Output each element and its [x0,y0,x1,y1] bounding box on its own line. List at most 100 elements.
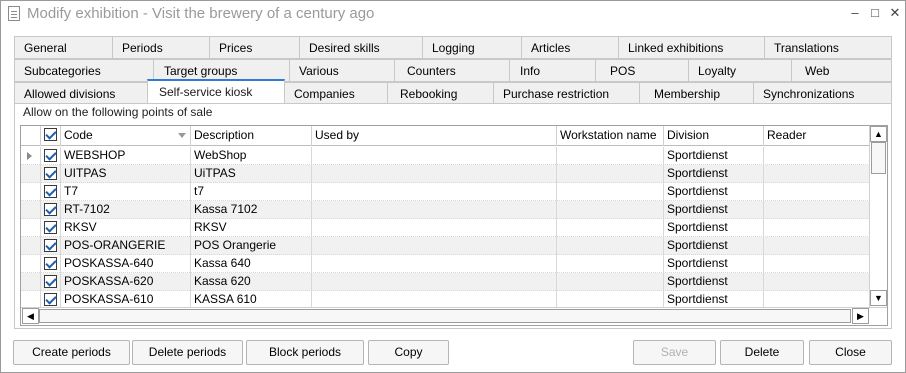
cell-workstation-name[interactable] [557,165,664,183]
allowed-checkbox[interactable] [44,293,57,306]
table-row[interactable]: T7 t7 Sportdienst [21,183,870,201]
cell-code[interactable]: POSKASSA-620 [61,273,191,291]
cell-reader[interactable] [764,237,870,255]
cell-used-by[interactable] [312,183,557,201]
cell-used-by[interactable] [312,201,557,219]
copy-button[interactable]: Copy [368,340,449,365]
allowed-checkbox[interactable] [44,167,57,180]
cell-workstation-name[interactable] [557,147,664,165]
cell-description[interactable]: Kassa 7102 [191,201,312,219]
vertical-scroll-thumb[interactable] [871,142,886,174]
tab-membership[interactable]: Membership [639,82,754,105]
cell-used-by[interactable] [312,255,557,273]
row-indicator[interactable] [21,183,41,201]
cell-reader[interactable] [764,201,870,219]
cell-code[interactable]: WEBSHOP [61,147,191,165]
tab-logging[interactable]: Logging [422,36,522,59]
tab-counters[interactable]: Counters [394,59,510,82]
cell-division[interactable]: Sportdienst [664,255,764,273]
tab-purchase-restriction[interactable]: Purchase restriction [493,82,640,105]
allowed-checkbox[interactable] [44,239,57,252]
cell-reader[interactable] [764,147,870,165]
column-header-workstation-name[interactable]: Workstation name [557,126,664,146]
tab-self-service-kiosk[interactable]: Self-service kiosk [147,79,285,105]
table-row[interactable]: POSKASSA-640 Kassa 640 Sportdienst [21,255,870,273]
cell-description[interactable]: WebShop [191,147,312,165]
allowed-checkbox[interactable] [44,149,57,162]
cell-allowed[interactable] [41,255,61,273]
tab-pos[interactable]: POS [595,59,689,82]
tab-general[interactable]: General [14,36,113,59]
cell-used-by[interactable] [312,273,557,291]
cell-workstation-name[interactable] [557,255,664,273]
cell-allowed[interactable] [41,183,61,201]
tab-articles[interactable]: Articles [521,36,619,59]
cell-allowed[interactable] [41,165,61,183]
delete-periods-button[interactable]: Delete periods [132,340,243,365]
cell-used-by[interactable] [312,147,557,165]
cell-allowed[interactable] [41,219,61,237]
tab-loyalty[interactable]: Loyalty [688,59,792,82]
tab-translations[interactable]: Translations [764,36,892,59]
scroll-down-button[interactable]: ▼ [870,290,887,306]
cell-division[interactable]: Sportdienst [664,183,764,201]
row-indicator[interactable] [21,201,41,219]
scroll-left-button[interactable]: ◀ [22,308,39,324]
tab-info[interactable]: Info [509,59,596,82]
allowed-checkbox[interactable] [44,203,57,216]
column-header-description[interactable]: Description [191,126,312,146]
save-button[interactable]: Save [633,340,716,365]
tab-synchronizations[interactable]: Synchronizations [753,82,892,105]
cell-reader[interactable] [764,165,870,183]
cell-division[interactable]: Sportdienst [664,147,764,165]
cell-workstation-name[interactable] [557,219,664,237]
cell-workstation-name[interactable] [557,237,664,255]
cell-code[interactable]: RT-7102 [61,201,191,219]
allowed-checkbox[interactable] [44,257,57,270]
cell-division[interactable]: Sportdienst [664,273,764,291]
cell-used-by[interactable] [312,219,557,237]
cell-division[interactable]: Sportdienst [664,237,764,255]
select-all-checkbox[interactable] [44,128,57,141]
scroll-up-button[interactable]: ▲ [870,126,887,142]
cell-description[interactable]: UiTPAS [191,165,312,183]
block-periods-button[interactable]: Block periods [246,340,364,365]
row-indicator[interactable] [21,219,41,237]
table-row[interactable]: POS-ORANGERIE POS Orangerie Sportdienst [21,237,870,255]
cell-code[interactable]: RKSV [61,219,191,237]
cell-code[interactable]: T7 [61,183,191,201]
tab-subcategories[interactable]: Subcategories [14,59,154,82]
row-indicator[interactable] [21,255,41,273]
allowed-checkbox[interactable] [44,185,57,198]
cell-division[interactable]: Sportdienst [664,165,764,183]
column-header-reader[interactable]: Reader [764,126,870,146]
cell-allowed[interactable] [41,237,61,255]
header-select-all[interactable] [41,126,61,146]
table-row[interactable]: UITPAS UiTPAS Sportdienst [21,165,870,183]
cell-reader[interactable] [764,219,870,237]
cell-code[interactable]: UITPAS [61,165,191,183]
cell-description[interactable]: POS Orangerie [191,237,312,255]
tab-prices[interactable]: Prices [209,36,300,59]
cell-allowed[interactable] [41,273,61,291]
close-window-button[interactable]: ✕ [887,5,903,21]
cell-division[interactable]: Sportdienst [664,219,764,237]
allowed-checkbox[interactable] [44,221,57,234]
tab-web[interactable]: Web [791,59,892,82]
cell-description[interactable]: Kassa 640 [191,255,312,273]
table-row[interactable]: WEBSHOP WebShop Sportdienst [21,147,870,165]
row-indicator[interactable] [21,147,41,165]
create-periods-button[interactable]: Create periods [13,340,130,365]
vertical-scrollbar[interactable]: ▲ ▼ [869,126,887,307]
tab-rebooking[interactable]: Rebooking [387,82,494,105]
row-indicator[interactable] [21,237,41,255]
tab-periods[interactable]: Periods [112,36,210,59]
cell-workstation-name[interactable] [557,273,664,291]
cell-division[interactable]: Sportdienst [664,201,764,219]
cell-description[interactable]: Kassa 620 [191,273,312,291]
cell-workstation-name[interactable] [557,201,664,219]
row-indicator[interactable] [21,165,41,183]
cell-code[interactable]: POS-ORANGERIE [61,237,191,255]
tab-desired-skills[interactable]: Desired skills [299,36,423,59]
column-header-used-by[interactable]: Used by [312,126,557,146]
